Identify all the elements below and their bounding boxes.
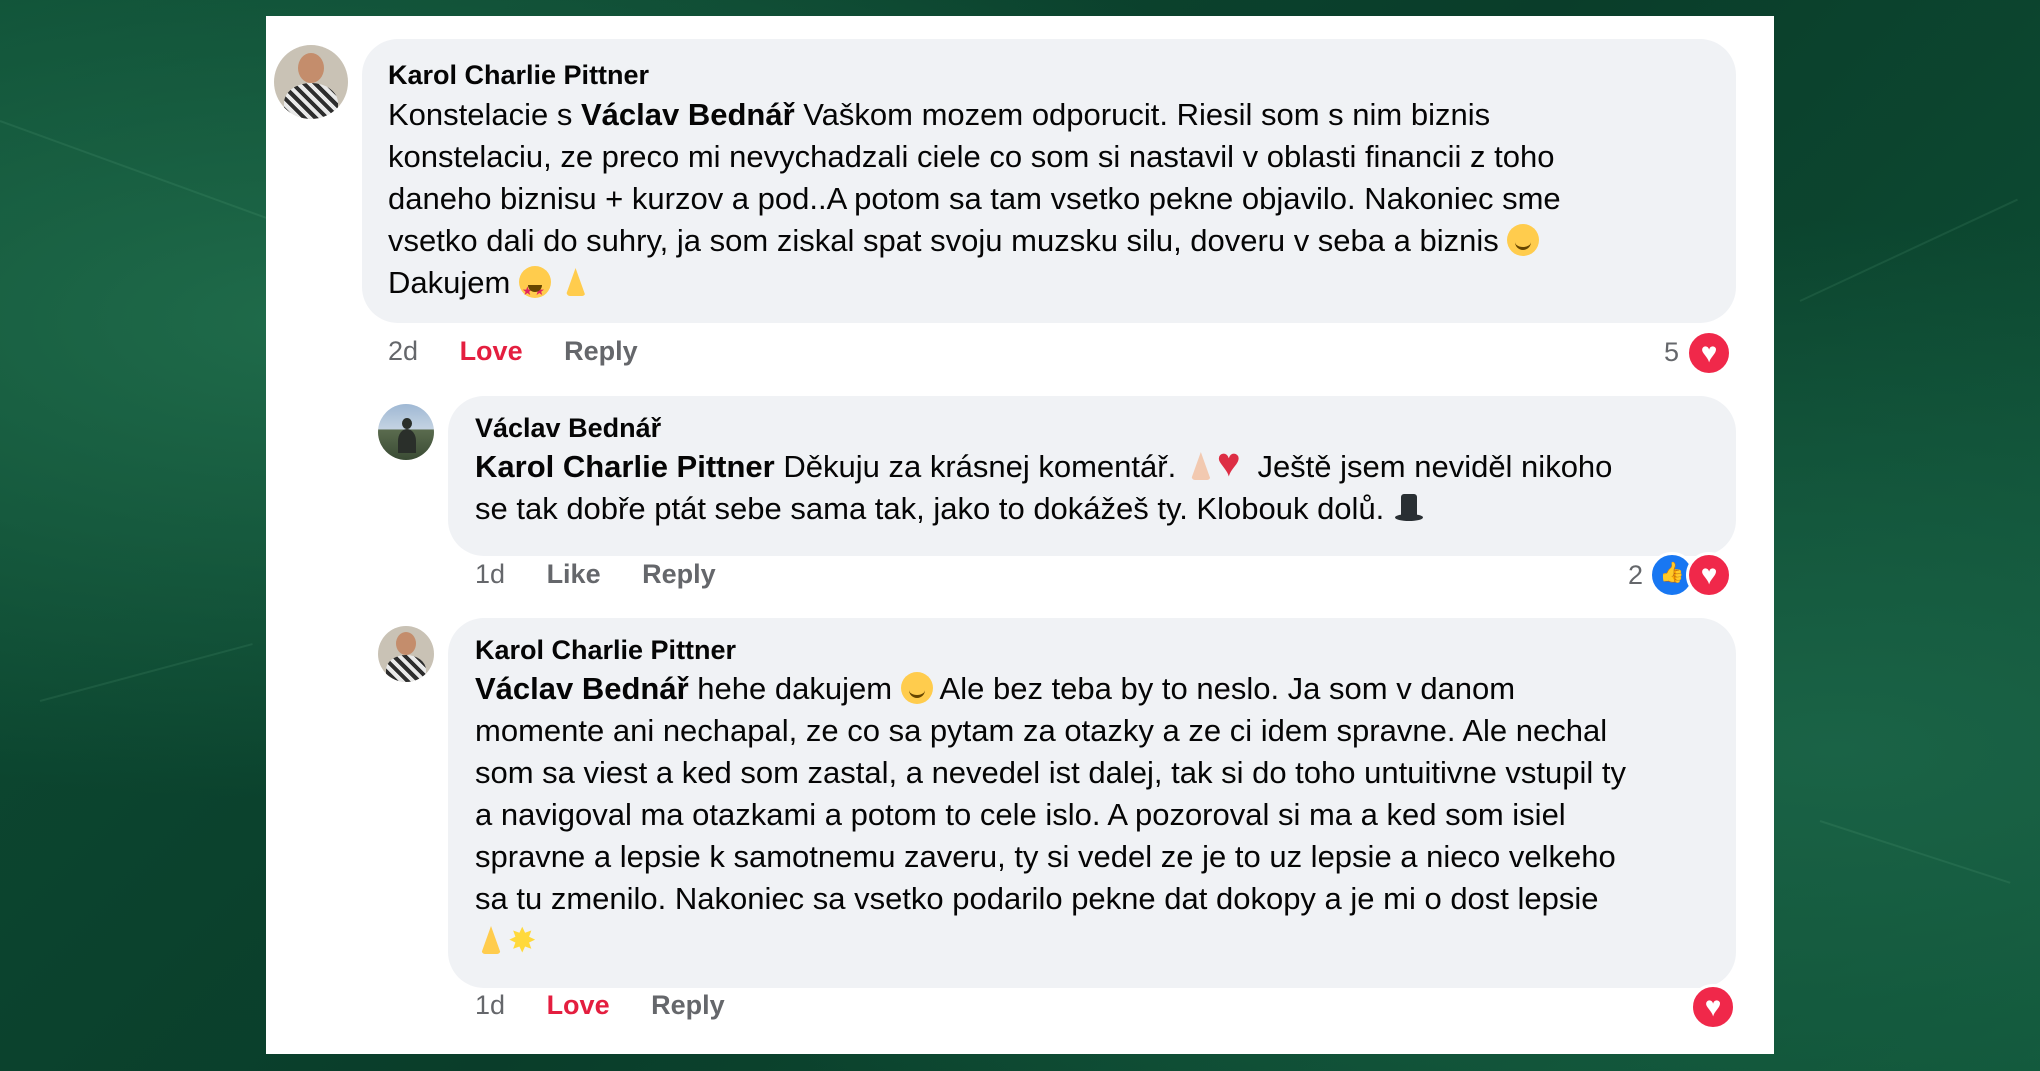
text-segment: Dakujem: [388, 265, 519, 300]
reply-comment: Václav Bednář Karol Charlie Pittner Děku…: [266, 386, 1774, 616]
reply-button[interactable]: Reply: [651, 990, 725, 1020]
comment-time[interactable]: 1d: [475, 559, 505, 589]
text-segment: Ještě jsem neviděl nikoho: [1248, 449, 1613, 484]
comment-author[interactable]: Václav Bednář: [475, 413, 661, 444]
comment-author[interactable]: Karol Charlie Pittner: [475, 635, 736, 666]
comment-text: Konstelacie s Václav Bednář Vaškom mozem…: [388, 94, 1561, 312]
star-struck-emoji: [518, 266, 551, 312]
smile-emoji: [900, 672, 933, 704]
comment-text: Václav Bednář hehe dakujem Ale bez teba …: [475, 668, 1626, 962]
text-segment: hehe dakujem: [688, 671, 901, 706]
avatar[interactable]: [378, 404, 434, 460]
reply-comment: Karol Charlie Pittner Václav Bednář hehe…: [266, 608, 1774, 1054]
text-line: a navigoval ma otazkami a potom to cele …: [475, 797, 1566, 832]
reply-button[interactable]: Reply: [642, 559, 716, 589]
text-segment: Ale bez teba by to neslo. Ja som v danom: [932, 671, 1516, 706]
love-reaction-icon[interactable]: [1686, 552, 1732, 598]
comment-time[interactable]: 2d: [388, 336, 418, 366]
like-button[interactable]: Like: [547, 559, 601, 589]
reaction-count[interactable]: 5: [1664, 337, 1679, 368]
avatar[interactable]: [274, 45, 348, 119]
comment-author[interactable]: Karol Charlie Pittner: [388, 60, 649, 91]
folded-hands-emoji: [560, 266, 592, 298]
reaction-count[interactable]: 2: [1628, 560, 1643, 591]
text-line: momente ani nechapal, ze co sa pytam za …: [475, 713, 1608, 748]
text-line: daneho biznisu + kurzov a pod..A potom s…: [388, 181, 1561, 216]
text-segment: Děkuju za krásnej komentář.: [774, 449, 1185, 484]
comment: Karol Charlie Pittner Konstelacie s Václ…: [266, 16, 1774, 386]
sparkle-emoji: [507, 920, 539, 962]
love-button[interactable]: Love: [460, 336, 523, 366]
comment-actions: 1d Like Reply: [475, 559, 716, 590]
text-line: spravne a lepsie k samotnemu zaveru, ty …: [475, 839, 1616, 874]
comment-actions: 2d Love Reply: [388, 336, 638, 367]
text-segment: Vaškom mozem odporucit. Riesil som s nim…: [794, 97, 1491, 132]
love-reaction-icon[interactable]: [1690, 984, 1736, 1030]
red-heart-emoji: [1217, 442, 1249, 484]
text-line: konstelaciu, ze preco mi nevychadzali ci…: [388, 139, 1555, 174]
love-button[interactable]: Love: [547, 990, 610, 1020]
folded-hands-emoji: [1185, 450, 1217, 482]
text-segment: Konstelacie s: [388, 97, 581, 132]
text-line: sa tu zmenilo. Nakoniec sa vsetko podari…: [475, 881, 1599, 916]
love-reaction-icon[interactable]: [1686, 330, 1732, 376]
comments-panel: Karol Charlie Pittner Konstelacie s Václ…: [266, 16, 1774, 1054]
top-hat-emoji: [1393, 492, 1425, 524]
comment-time[interactable]: 1d: [475, 990, 505, 1020]
mention-link[interactable]: Václav Bednář: [475, 671, 689, 706]
comment-actions: 1d Love Reply: [475, 990, 725, 1021]
comment-text: Karol Charlie Pittner Děkuju za krásnej …: [475, 442, 1613, 530]
avatar[interactable]: [378, 626, 434, 682]
text-segment: vsetko dali do suhry, ja som ziskal spat…: [388, 223, 1508, 258]
folded-hands-emoji: [475, 924, 507, 956]
smile-emoji: [1507, 224, 1540, 256]
text-line: som sa viest a ked som zastal, a nevedel…: [475, 755, 1627, 790]
mention-link[interactable]: Václav Bednář: [581, 97, 795, 132]
mention-link[interactable]: Karol Charlie Pittner: [475, 449, 775, 484]
text-segment: se tak dobře ptát sebe sama tak, jako to…: [475, 491, 1393, 526]
reply-button[interactable]: Reply: [564, 336, 638, 366]
